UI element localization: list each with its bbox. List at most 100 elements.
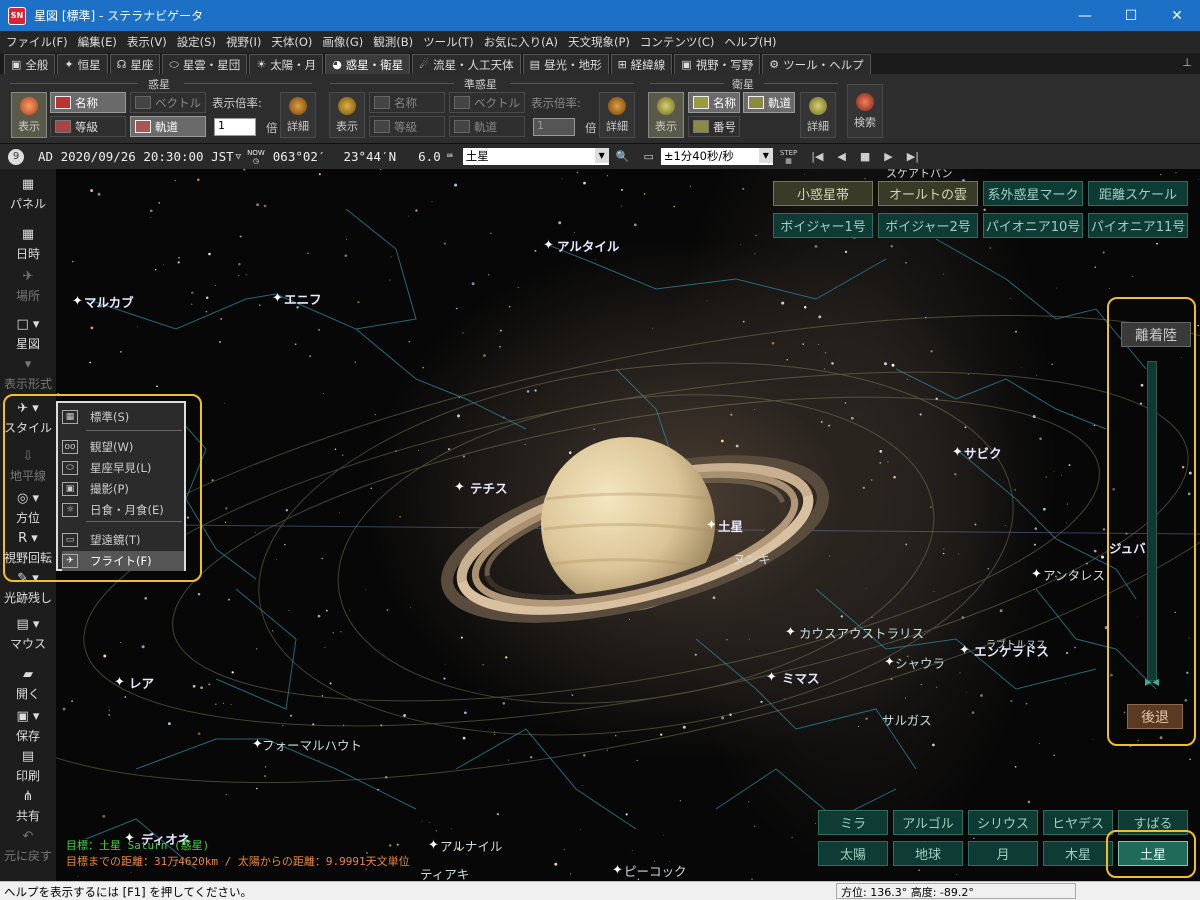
skip-forward-icon[interactable]: ▶|	[907, 150, 919, 163]
dwarf-name-toggle[interactable]: 名称	[369, 92, 445, 113]
dwarf-show-button[interactable]: 表示	[329, 92, 365, 138]
jump-button-0[interactable]: ミラ	[818, 810, 888, 835]
search-icon[interactable]: 🔍	[616, 150, 630, 163]
pin-icon[interactable]: ⊥	[1182, 56, 1192, 69]
menu-item[interactable]: 編集(E)	[78, 34, 117, 50]
jump-button-7[interactable]: 月	[968, 841, 1038, 866]
overlay-button-3[interactable]: 距離スケール	[1088, 181, 1188, 206]
leftbar-button-15[interactable]: ↶ 元に戻す	[0, 829, 56, 864]
tab-5[interactable]: ◕ 惑星・衛星	[325, 54, 411, 74]
star-label-markab[interactable]: マルカブ	[84, 292, 134, 311]
style-menu-item-6[interactable]: ✈ フライト(F)	[62, 551, 184, 571]
leftbar-button-11[interactable]: ▰ 開く	[0, 667, 56, 702]
moon-label-small[interactable]: ティアキ	[420, 864, 469, 881]
planet-label-saturn[interactable]: 土星	[718, 516, 743, 535]
landing-button[interactable]: 離着陸	[1121, 322, 1191, 347]
target-list-icon[interactable]: ▭	[643, 150, 653, 163]
leftbar-button-1[interactable]: ▦ 日時	[0, 227, 56, 262]
menu-item[interactable]: 画像(G)	[322, 34, 363, 50]
menu-item[interactable]: 表示(V)	[127, 34, 167, 50]
jump-button-8[interactable]: 木星	[1043, 841, 1113, 866]
satellite-number-toggle[interactable]: 番号	[688, 116, 740, 137]
leftbar-button-13[interactable]: ▤ 印刷	[0, 749, 56, 784]
slider-handle[interactable]: ▸◂	[1134, 674, 1170, 690]
style-menu-item-1[interactable]: oo 観望(W)	[62, 437, 184, 457]
menu-item[interactable]: ツール(T)	[423, 34, 474, 50]
minimize-button[interactable]: —	[1062, 0, 1108, 31]
star-label-shaula[interactable]: シャウラ	[895, 653, 945, 672]
star-label-peacock[interactable]: ピーコック	[624, 861, 687, 880]
flight-speed-slider[interactable]	[1147, 361, 1157, 681]
tab-1[interactable]: ✦ 恒星	[57, 54, 108, 74]
close-button[interactable]: ✕	[1154, 0, 1200, 31]
skip-back-icon[interactable]: |◀	[811, 150, 823, 163]
star-label-fomalhaut[interactable]: フォーマルハウト	[262, 735, 362, 754]
star-label-sabik[interactable]: サビク	[964, 443, 1002, 462]
style-menu-item-3[interactable]: ▣ 撮影(P)	[62, 479, 184, 499]
dwarf-magnitude-toggle[interactable]: 等級	[369, 116, 445, 137]
planet-orbit-toggle[interactable]: 軌道	[130, 116, 206, 137]
menu-item[interactable]: 天文現象(P)	[568, 34, 630, 50]
menu-item[interactable]: 設定(S)	[177, 34, 216, 50]
jump-button-1[interactable]: アルゴル	[893, 810, 963, 835]
overlay-button-4[interactable]: ボイジャー1号	[773, 213, 873, 238]
planet-show-button[interactable]: 表示	[11, 92, 47, 138]
satellite-show-button[interactable]: 表示	[648, 92, 684, 138]
jump-button-5[interactable]: 太陽	[818, 841, 888, 866]
menu-item[interactable]: ヘルプ(H)	[724, 34, 776, 50]
dwarf-detail-button[interactable]: 詳細	[599, 92, 635, 138]
overlay-button-0[interactable]: 小惑星帯	[773, 181, 873, 206]
timezone-dropdown[interactable]: ▽	[236, 152, 241, 162]
tab-3[interactable]: ⬭ 星雲・星団	[162, 54, 248, 74]
target-select[interactable]: 土星 ▼	[462, 148, 609, 165]
overlay-button-2[interactable]: 系外惑星マーク	[983, 181, 1083, 206]
time-rate-select[interactable]: ±1分40秒/秒 ▼	[660, 148, 773, 165]
star-label-kaus-australis[interactable]: カウスアウストラリス	[799, 623, 924, 642]
leftbar-button-2[interactable]: ✈ 場所	[0, 269, 56, 304]
satellite-name-toggle[interactable]: 名称	[688, 92, 740, 113]
star-label-nunki[interactable]: ヌンキ	[733, 549, 771, 568]
tab-2[interactable]: ☊ 星座	[109, 54, 161, 74]
leftbar-button-14[interactable]: ⋔ 共有	[0, 789, 56, 824]
overlay-button-5[interactable]: ボイジャー2号	[878, 213, 978, 238]
latitude-display[interactable]: 23°44′N	[343, 149, 396, 164]
menu-item[interactable]: 天体(O)	[271, 34, 312, 50]
star-label-antares[interactable]: アンタレス	[1043, 565, 1105, 584]
stop-icon[interactable]: ■	[860, 150, 870, 163]
moon-label-rhea[interactable]: レア	[129, 673, 154, 692]
menu-item[interactable]: 視野(I)	[226, 34, 261, 50]
tab-6[interactable]: ☄ 流星・人工天体	[412, 54, 521, 74]
jump-button-2[interactable]: シリウス	[968, 810, 1038, 835]
leftbar-button-0[interactable]: ▦ パネル	[0, 177, 56, 212]
back-button[interactable]: 後退	[1127, 704, 1183, 729]
planet-detail-button[interactable]: 詳細	[280, 92, 316, 138]
tab-8[interactable]: ⊞ 経緯線	[610, 54, 673, 74]
tab-7[interactable]: ▤ 昼光・地形	[522, 54, 609, 74]
planet-vector-toggle[interactable]: ベクトル	[130, 92, 206, 113]
moon-label-tethys[interactable]: テチス	[470, 478, 508, 497]
planet-scale-input[interactable]: 1	[214, 118, 256, 136]
style-menu-item-2[interactable]: ⬭ 星座早見(L)	[62, 458, 184, 478]
dwarf-vector-toggle[interactable]: ベクトル	[449, 92, 525, 113]
keyboard-icon[interactable]: ⌨	[447, 151, 453, 162]
play-icon[interactable]: ▶	[884, 150, 892, 163]
tab-10[interactable]: ⚙ ツール・ヘルプ	[762, 54, 871, 74]
menu-item[interactable]: ファイル(F)	[6, 34, 68, 50]
planet-magnitude-toggle[interactable]: 等級	[50, 116, 126, 137]
altitude-display[interactable]: 6.0	[418, 149, 441, 164]
play-back-icon[interactable]: ◀	[837, 150, 845, 163]
menu-item[interactable]: お気に入り(A)	[484, 34, 558, 50]
search-button[interactable]: 検索	[847, 84, 883, 138]
maximize-button[interactable]: ☐	[1108, 0, 1154, 31]
tab-0[interactable]: ▣ 全般	[4, 54, 56, 74]
star-label-alnair[interactable]: アルナイル	[440, 836, 502, 855]
planet-name-toggle[interactable]: 名称	[50, 92, 126, 113]
tab-9[interactable]: ▣ 視野・写野	[674, 54, 761, 74]
satellite-orbit-toggle[interactable]: 軌道	[743, 92, 795, 113]
jump-button-6[interactable]: 地球	[893, 841, 963, 866]
menu-item[interactable]: コンテンツ(C)	[640, 34, 715, 50]
now-button[interactable]: NOW ◷	[247, 149, 265, 165]
style-menu-item-4[interactable]: ☼ 日食・月食(E)	[62, 500, 184, 520]
moon-label-enceladus[interactable]: エンケラドス	[974, 641, 1049, 660]
moon-label-mimas[interactable]: ミマス	[782, 668, 820, 687]
